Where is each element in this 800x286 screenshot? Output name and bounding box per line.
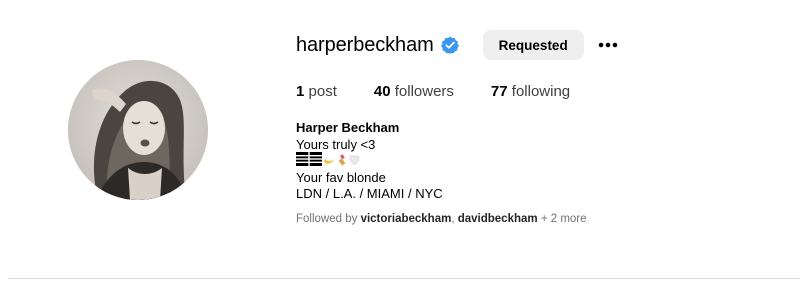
requested-button[interactable]: Requested: [482, 30, 584, 60]
followed-by-account-2[interactable]: davidbeckham: [458, 213, 538, 225]
lipstick-icon: [335, 153, 348, 171]
profile-avatar[interactable]: [68, 60, 208, 200]
bio-line-4: LDN / L.A. / MIAMI / NYC: [296, 186, 443, 201]
followers-label: followers: [394, 83, 454, 100]
verified-badge-icon: [440, 36, 459, 54]
profile-stats: 1 post 40 followers 77 following: [296, 83, 776, 100]
bio-full-name: Harper Beckham: [296, 120, 400, 135]
profile-username: harperbeckham: [296, 33, 434, 56]
posts-stat: 1 post: [296, 83, 337, 100]
profile-header-row: harperbeckham Requested: [296, 28, 776, 62]
tracks-pattern-icon: [296, 152, 322, 171]
followed-by-account-1[interactable]: victoriabeckham: [361, 213, 452, 225]
following-stat[interactable]: 77 following: [491, 83, 570, 100]
white-heart-icon: [348, 153, 361, 171]
followed-by-prefix: Followed by: [296, 212, 361, 225]
followed-by[interactable]: Followed by victoriabeckham, davidbeckha…: [296, 213, 776, 225]
crescent-moon-icon: [322, 153, 335, 171]
bio-emoji-line: [296, 152, 776, 171]
following-count: 77: [490, 83, 508, 100]
bio-line-1: Yours truly <3: [296, 136, 376, 152]
followers-count: 40: [373, 83, 391, 100]
more-options-icon[interactable]: [598, 35, 618, 55]
section-divider: [8, 278, 800, 279]
bio-line-3: Your fav blonde: [296, 169, 386, 185]
posts-count: 1: [296, 83, 305, 100]
profile-info: harperbeckham Requested 1 post 40 follow…: [296, 28, 776, 225]
profile-bio: Harper Beckham Yours truly <3 Your fav b…: [296, 120, 776, 203]
followed-by-suffix: + 2 more: [537, 212, 587, 225]
followers-stat[interactable]: 40 followers: [374, 83, 454, 100]
avatar-photo: [68, 60, 208, 200]
following-label: following: [511, 83, 571, 100]
posts-label: post: [308, 83, 337, 100]
